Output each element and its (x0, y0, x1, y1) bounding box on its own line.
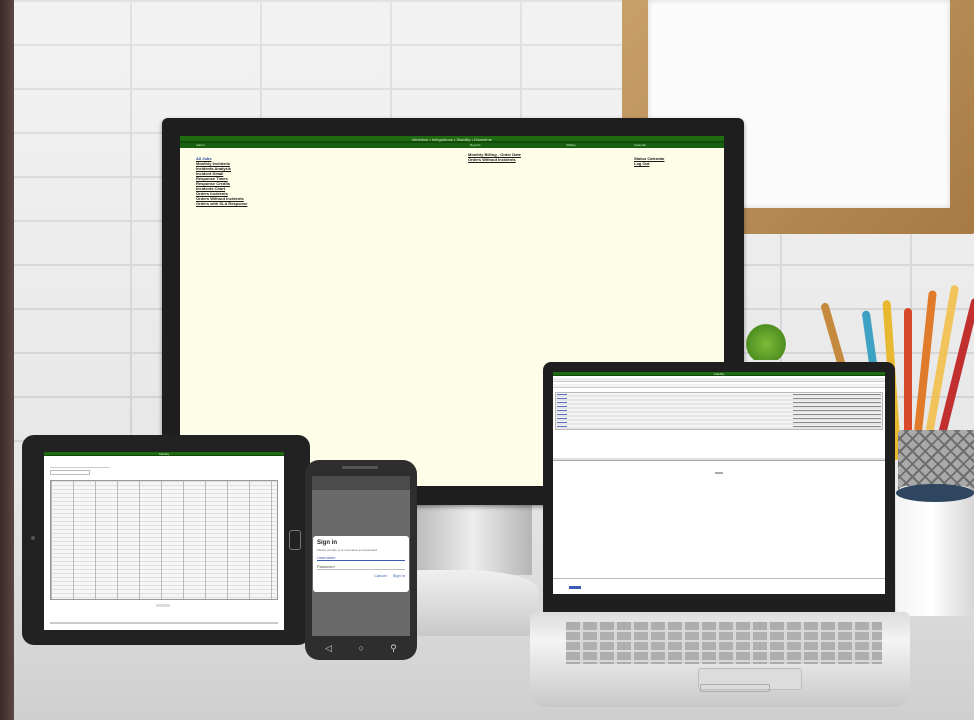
plant (744, 320, 788, 360)
laptop-status-link[interactable] (569, 586, 581, 589)
menu-header-admin: Admin (196, 143, 205, 147)
signin-title: Sign in (317, 540, 337, 546)
laptop-table-dates (793, 394, 881, 428)
monitor-stand-neck (414, 505, 532, 575)
laptop-footer (553, 578, 885, 579)
app-menu-bar: Admin Reports Utilities Calendar (180, 143, 724, 148)
laptop-keyboard-rows (566, 622, 882, 664)
signin-text: Please provide your username and passwor… (317, 548, 378, 552)
left-link-list: All Jobs Monthly Incidents Incidents Ana… (196, 156, 247, 206)
laptop-app-header: Stability (553, 372, 885, 376)
link-log-out[interactable]: Log Out (634, 161, 664, 166)
middle-link-list: Monthly Billing - Order Date Orders With… (468, 152, 521, 162)
tablet-data-table (50, 480, 278, 600)
signin-button[interactable]: Sign in (393, 573, 405, 578)
phone-speaker (342, 466, 378, 469)
mug (896, 486, 974, 616)
home-icon[interactable]: ○ (358, 643, 363, 653)
phone-nav-bar: ◁ ○ ⚲ (312, 642, 410, 654)
tablet-pager[interactable] (156, 604, 170, 607)
search-icon[interactable]: ⚲ (390, 643, 397, 654)
tablet-app-header: Stability (44, 452, 284, 456)
cancel-button[interactable]: Cancel (374, 573, 386, 578)
laptop-section-header (553, 458, 885, 461)
mug-rim (896, 484, 974, 502)
username-field[interactable]: Username (317, 555, 405, 561)
menu-header-reports: Reports (470, 143, 481, 147)
signin-actions: Cancel Sign in (317, 573, 405, 578)
tablet-screen: Stability (44, 452, 284, 630)
tablet-search-box[interactable] (50, 470, 90, 475)
laptop-toolbar (553, 378, 885, 382)
tablet-home-button[interactable] (289, 530, 301, 550)
signin-dialog: Sign in Please provide your username and… (313, 536, 409, 592)
laptop-filter-row (553, 384, 885, 388)
laptop-table-links[interactable] (557, 394, 567, 428)
menu-header-utilities: Utilities (566, 143, 576, 147)
tablet-camera (31, 536, 35, 540)
laptop-empty-message (715, 472, 723, 474)
tablet-footer (50, 622, 278, 624)
laptop-screen: Stability (553, 372, 885, 594)
link-orders-sla[interactable]: Orders with SLA Response (196, 201, 247, 206)
app-header: Metrolink • Integrations • Stability • D… (180, 136, 724, 143)
menu-header-calendar: Calendar (634, 143, 647, 147)
tablet-toolbar (50, 462, 110, 468)
right-link-list: Status Calendar Log Out (634, 156, 664, 166)
password-field[interactable]: Password (317, 564, 405, 570)
left-edge-shadow (0, 0, 14, 720)
link-orders-without[interactable]: Orders Without Incidents (468, 157, 521, 162)
back-icon[interactable]: ◁ (325, 643, 332, 654)
laptop-hinge (700, 684, 770, 692)
phone-url-bar[interactable] (312, 476, 410, 490)
